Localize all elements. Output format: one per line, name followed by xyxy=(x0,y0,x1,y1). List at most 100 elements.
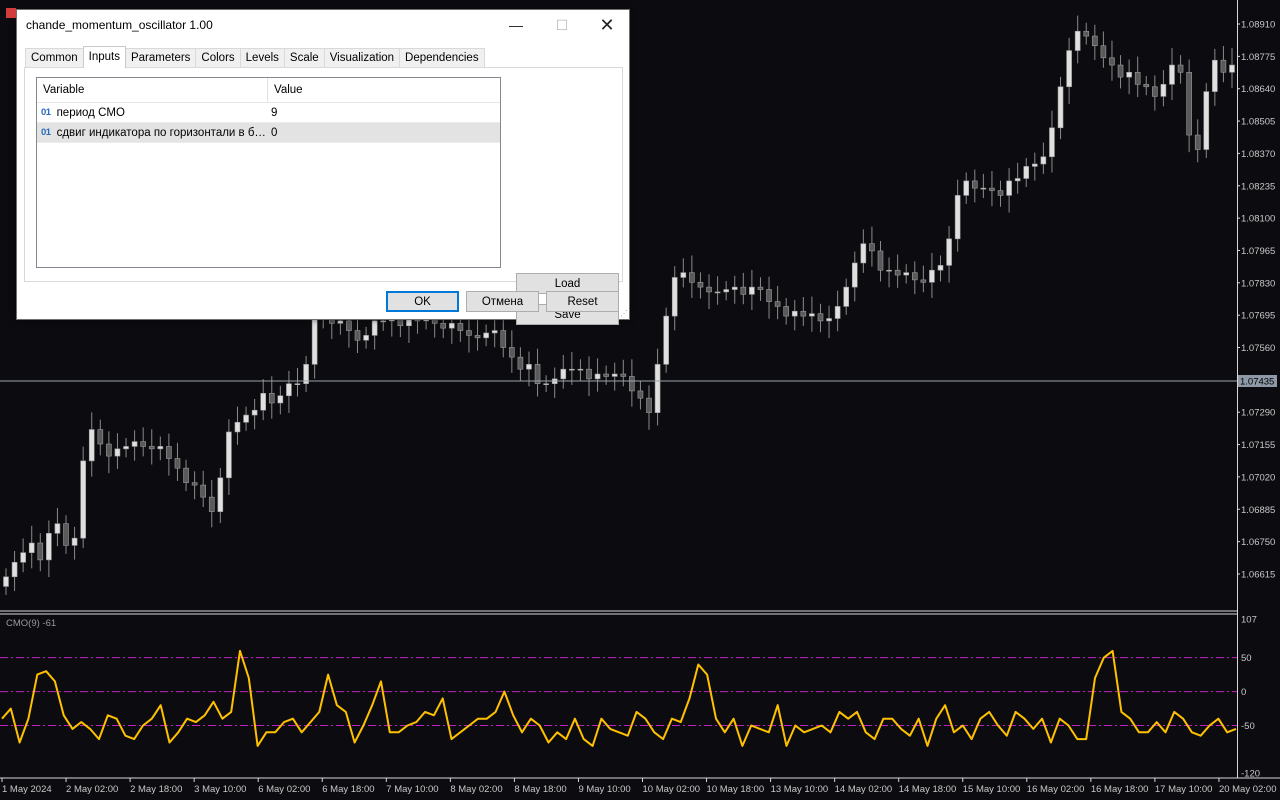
candle-body xyxy=(28,542,35,553)
candle-body xyxy=(277,395,284,404)
current-price-marker: 1.07435 xyxy=(1238,375,1277,388)
time-tick-label: 10 May 18:00 xyxy=(707,784,765,795)
candle-body xyxy=(1194,134,1201,150)
candle-body xyxy=(97,429,104,445)
tab-common[interactable]: Common xyxy=(25,48,84,68)
candle-body xyxy=(637,390,644,399)
candle-body xyxy=(963,180,970,196)
candle-body xyxy=(706,286,712,293)
candle-body xyxy=(466,330,472,336)
candle-body xyxy=(697,281,704,288)
grid-row[interactable]: 01 период CMO 9 xyxy=(37,103,500,123)
candle-body xyxy=(491,330,498,334)
indicator-properties-dialog: chande_momentum_oscillator 1.00 — ☐ ✕ Co… xyxy=(16,9,630,325)
time-tick-label: 16 May 18:00 xyxy=(1091,784,1149,795)
candle-body xyxy=(3,576,9,587)
candle-body xyxy=(217,477,224,512)
price-tick-label: 1.08910 xyxy=(1241,20,1275,31)
candle-body xyxy=(123,446,129,450)
time-tick-label: 16 May 02:00 xyxy=(1027,784,1085,795)
candle-body xyxy=(71,537,78,546)
candle-body xyxy=(148,446,155,450)
ok-button[interactable]: OK xyxy=(386,291,459,312)
candle-body xyxy=(714,291,721,294)
candle-body xyxy=(1057,86,1064,129)
candle-body xyxy=(971,180,978,189)
candle-body xyxy=(740,286,747,295)
candle-body xyxy=(234,422,241,433)
candle-body xyxy=(474,335,481,339)
candle-body xyxy=(560,368,567,380)
candle-body xyxy=(937,265,944,271)
tab-parameters[interactable]: Parameters xyxy=(124,48,197,68)
candle-body xyxy=(680,272,687,278)
candle-body xyxy=(157,446,164,450)
candle-body xyxy=(294,383,301,385)
grid-row[interactable]: 01 сдвиг индикатора по горизонтали в б… … xyxy=(37,123,500,143)
candle-body xyxy=(88,429,95,462)
time-tick-label: 13 May 10:00 xyxy=(771,784,829,795)
time-tick-label: 20 May 02:00 xyxy=(1219,784,1277,795)
price-tick-label: 1.08100 xyxy=(1241,214,1275,225)
candle-body xyxy=(860,243,867,264)
minimize-icon: — xyxy=(509,17,523,33)
dialog-titlebar[interactable]: chande_momentum_oscillator 1.00 — ☐ ✕ xyxy=(17,10,629,40)
candle-body xyxy=(166,446,172,459)
price-tick-label: 1.08505 xyxy=(1241,117,1275,128)
time-tick-label: 6 May 02:00 xyxy=(258,784,310,795)
column-header-variable[interactable]: Variable xyxy=(37,78,268,102)
price-tick-label: 1.08370 xyxy=(1241,149,1275,160)
app-icon xyxy=(6,8,16,18)
reset-button[interactable]: Reset xyxy=(546,291,619,312)
candle-body xyxy=(363,335,369,341)
tab-scale[interactable]: Scale xyxy=(283,48,325,68)
candle-body xyxy=(500,330,507,348)
value-cell[interactable]: 0 xyxy=(268,123,277,142)
candle-body xyxy=(1040,156,1047,165)
cancel-button[interactable]: Отмена xyxy=(466,291,539,312)
minimize-button[interactable]: — xyxy=(493,10,539,40)
value-cell[interactable]: 9 xyxy=(268,103,277,122)
candle-body xyxy=(509,347,515,358)
candle-body xyxy=(569,368,575,371)
variable-name: сдвиг индикатора по горизонтали в б… xyxy=(56,126,266,139)
candle-body xyxy=(954,195,961,240)
candle-body xyxy=(1014,178,1021,182)
candle-body xyxy=(877,250,884,271)
tab-inputs[interactable]: Inputs xyxy=(82,46,126,68)
candle-body xyxy=(46,533,52,561)
time-tick-label: 8 May 18:00 xyxy=(514,784,566,795)
maximize-button[interactable]: ☐ xyxy=(539,10,585,40)
candle-body xyxy=(1134,71,1141,85)
integer-type-icon: 01 xyxy=(41,127,51,138)
indicator-scale-label: -50 xyxy=(1241,721,1255,732)
resize-grip-icon[interactable]: ⋰ xyxy=(620,310,628,318)
price-tick-label: 1.08640 xyxy=(1241,84,1275,95)
candle-body xyxy=(920,279,927,283)
candle-body xyxy=(800,310,807,317)
tab-dependencies[interactable]: Dependencies xyxy=(399,48,485,68)
candle-body xyxy=(311,318,318,365)
candle-body xyxy=(886,269,892,272)
close-button[interactable]: ✕ xyxy=(584,10,630,40)
tab-levels[interactable]: Levels xyxy=(239,48,285,68)
tab-colors[interactable]: Colors xyxy=(195,48,241,68)
price-tick-label: 1.07695 xyxy=(1241,311,1275,322)
candle-body xyxy=(1074,30,1081,51)
candle-body xyxy=(1186,71,1192,136)
time-tick-label: 2 May 18:00 xyxy=(130,784,182,795)
candle-body xyxy=(526,364,532,370)
variable-name: период CMO xyxy=(56,106,125,119)
close-icon: ✕ xyxy=(599,14,615,35)
indicator-scale-label: -120 xyxy=(1241,769,1260,780)
indicator-label: CMO(9) -61 xyxy=(6,618,56,629)
column-header-value[interactable]: Value xyxy=(268,78,303,102)
candle-body xyxy=(817,313,824,322)
tab-visualization[interactable]: Visualization xyxy=(323,48,401,68)
variable-cell: 01 период CMO xyxy=(37,103,268,122)
candle-body xyxy=(1169,64,1175,85)
candle-body xyxy=(1229,64,1235,73)
candle-body xyxy=(286,383,292,397)
candle-body xyxy=(783,306,789,317)
candle-body xyxy=(483,332,489,339)
